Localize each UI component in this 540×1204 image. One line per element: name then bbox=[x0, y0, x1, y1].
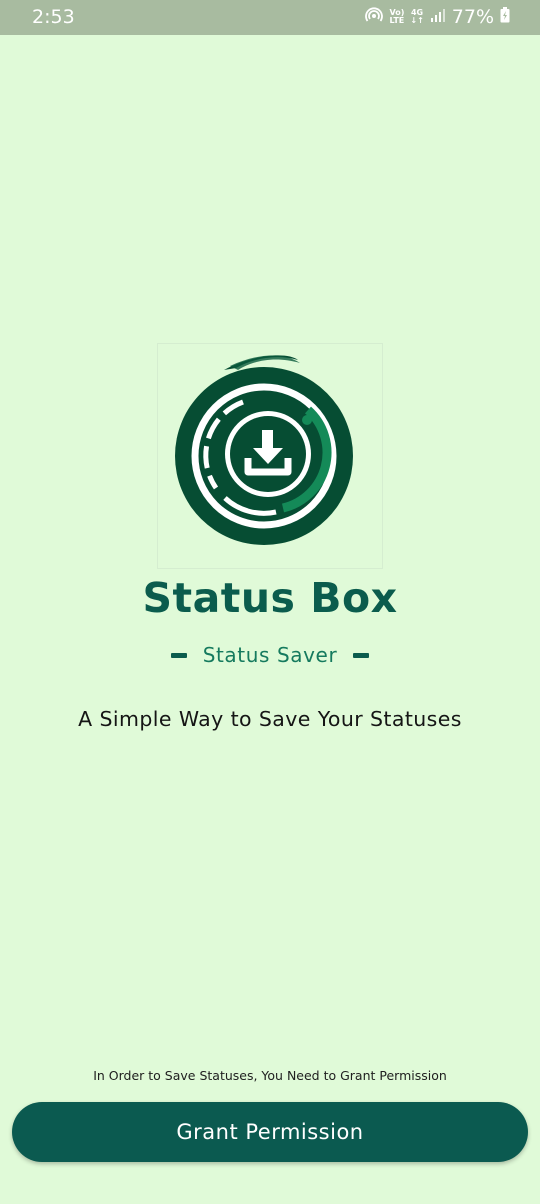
tagline-dash-left bbox=[170, 652, 187, 658]
status-time: 2:53 bbox=[32, 6, 75, 28]
battery-charging-icon bbox=[500, 7, 510, 27]
signal-icon bbox=[430, 7, 446, 27]
hotspot-icon bbox=[365, 6, 384, 28]
status-bar: 2:53 Vo) LTE 4G ↓↑ 77% bbox=[0, 0, 540, 35]
tagline: Status Saver bbox=[202, 643, 338, 667]
app-logo bbox=[157, 343, 383, 569]
grant-permission-button[interactable]: Grant Permission bbox=[12, 1102, 528, 1162]
tagline-dash-right bbox=[353, 652, 370, 658]
download-icon bbox=[175, 355, 353, 545]
tagline-row: Status Saver bbox=[0, 640, 540, 670]
battery-percentage: 77% bbox=[451, 6, 494, 28]
app-name: Status Box bbox=[142, 574, 398, 622]
volte-indicator: Vo) LTE bbox=[389, 8, 405, 25]
status-icons: Vo) LTE 4G ↓↑ 77% bbox=[365, 6, 510, 28]
network-indicator: 4G ↓↑ bbox=[410, 8, 424, 25]
permission-note: In Order to Save Statuses, You Need to G… bbox=[93, 1068, 447, 1083]
app-subtitle: A Simple Way to Save Your Statuses bbox=[78, 707, 462, 731]
